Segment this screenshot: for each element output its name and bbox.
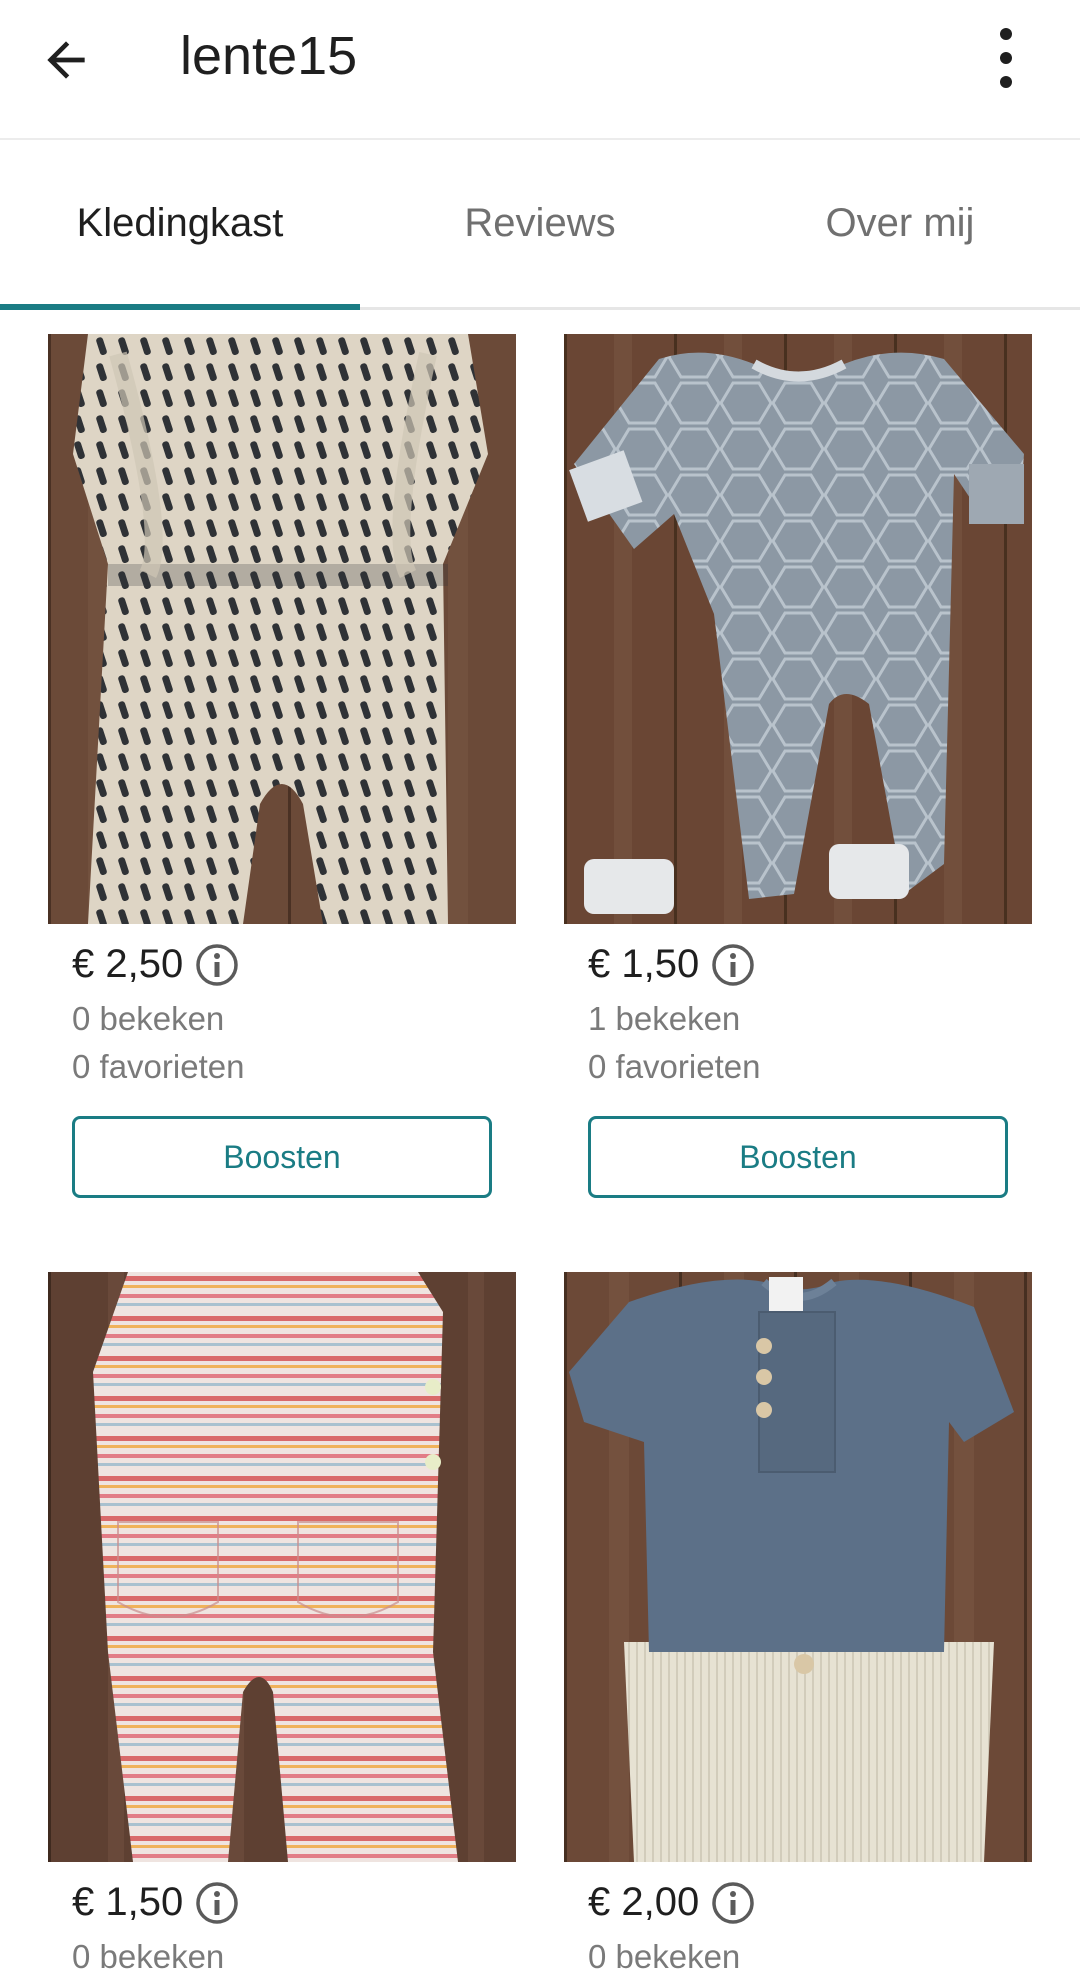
boost-button[interactable]: Boosten — [72, 1116, 492, 1198]
profile-tabs: Kledingkast Reviews Over mij — [0, 140, 1080, 310]
item-price: € 2,00 — [588, 1880, 700, 1924]
favorites-count: 0 favorieten — [588, 1048, 761, 1085]
views-count: 0 bekeken — [588, 1938, 741, 1975]
tab-over-mij[interactable]: Over mij — [720, 140, 1080, 307]
tab-label: Reviews — [464, 201, 616, 245]
tab-label: Kledingkast — [76, 201, 284, 245]
views-count: 0 bekeken — [72, 1000, 225, 1037]
item-photo[interactable] — [564, 334, 1032, 924]
tab-reviews[interactable]: Reviews — [360, 140, 720, 307]
price-row: € 1,50 — [72, 1880, 239, 1925]
price-row: € 2,50 — [72, 942, 239, 987]
price-row: € 2,00 — [588, 1880, 755, 1925]
item-price: € 1,50 — [72, 1880, 184, 1924]
info-icon[interactable] — [711, 943, 755, 987]
app-bar: lente15 — [0, 0, 1080, 140]
active-tab-indicator — [0, 304, 360, 310]
favorites-count: 0 favorieten — [72, 1048, 245, 1085]
views-count: 0 bekeken — [72, 1938, 225, 1975]
info-icon[interactable] — [195, 943, 239, 987]
tab-kledingkast[interactable]: Kledingkast — [0, 140, 360, 310]
more-options-button[interactable] — [970, 18, 1042, 98]
item-photo[interactable] — [48, 334, 516, 924]
item-price: € 2,50 — [72, 942, 184, 986]
views-count: 1 bekeken — [588, 1000, 741, 1037]
back-button[interactable] — [30, 24, 102, 96]
info-icon[interactable] — [195, 1881, 239, 1925]
price-row: € 1,50 — [588, 942, 755, 987]
tab-label: Over mij — [825, 201, 975, 245]
page-title: lente15 — [180, 26, 358, 86]
item-photo[interactable] — [48, 1272, 516, 1862]
arrow-left-icon — [47, 41, 85, 79]
item-price: € 1,50 — [588, 942, 700, 986]
boost-button[interactable]: Boosten — [588, 1116, 1008, 1198]
info-icon[interactable] — [711, 1881, 755, 1925]
more-vertical-icon — [1000, 28, 1012, 88]
item-photo[interactable] — [564, 1272, 1032, 1862]
